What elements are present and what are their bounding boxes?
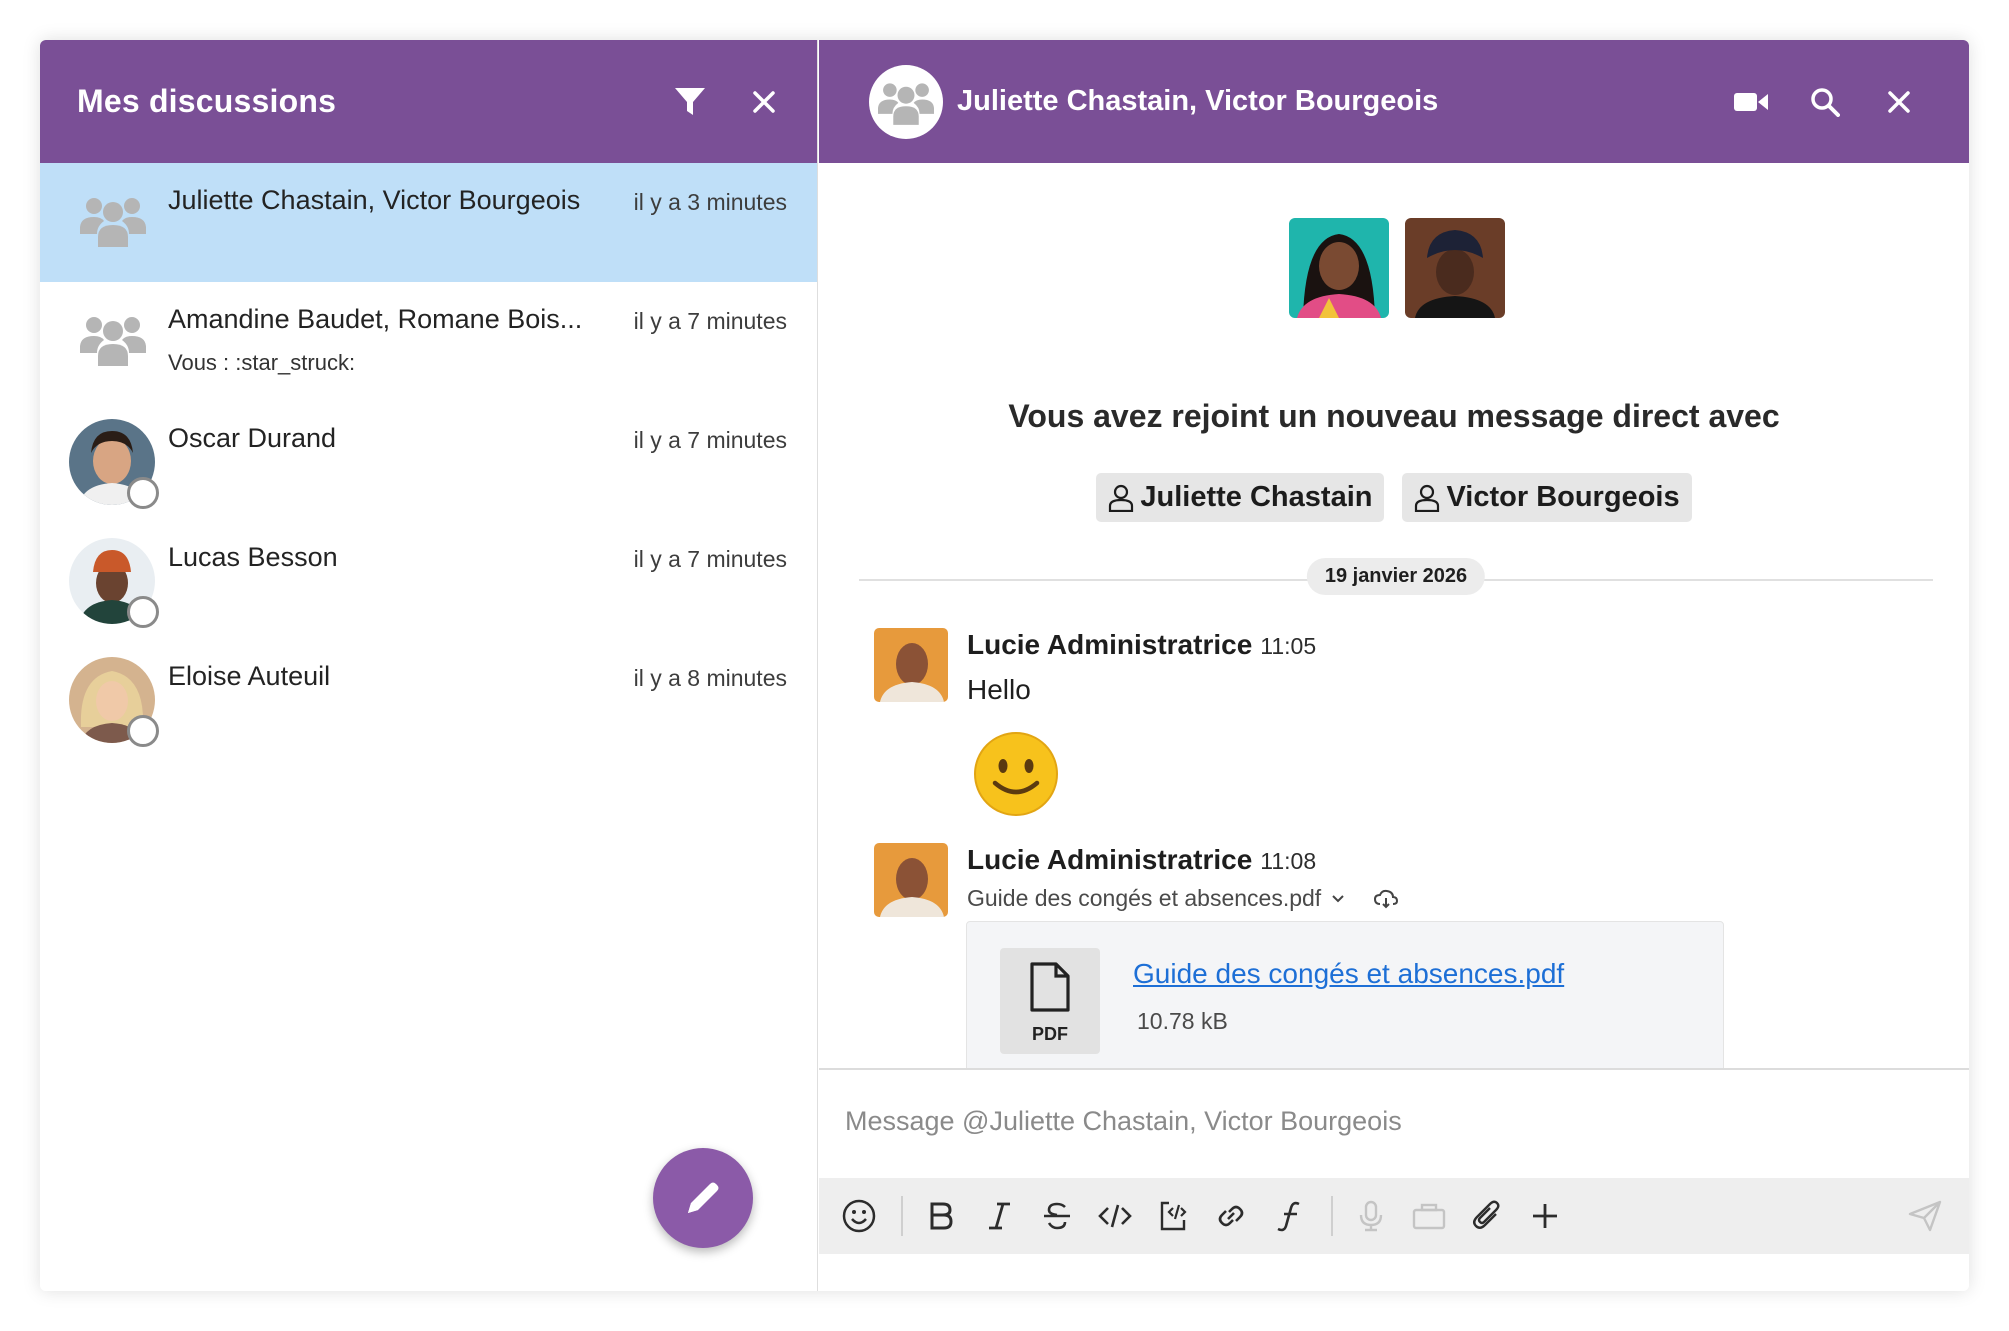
new-discussion-button[interactable] (653, 1148, 753, 1248)
file-card: PDF Guide des congés et absences.pdf 10.… (966, 921, 1724, 1079)
mention-chip[interactable]: Victor Bourgeois (1402, 473, 1692, 522)
bold-icon[interactable] (921, 1196, 961, 1236)
close-icon[interactable] (1879, 82, 1919, 122)
conversation-item[interactable]: Juliette Chastain, Victor Bourgeois il y… (40, 163, 817, 282)
file-type-label: PDF (1032, 1024, 1068, 1044)
presence-indicator (127, 477, 159, 509)
message-text: Hello (967, 674, 1031, 705)
file-size: 10.78 kB (1137, 1008, 1228, 1034)
plus-icon[interactable] (1525, 1196, 1565, 1236)
formula-icon[interactable] (1269, 1196, 1309, 1236)
conversation-time: il y a 7 minutes (633, 546, 787, 572)
mention-label: Victor Bourgeois (1446, 481, 1680, 513)
conversation-name: Oscar Durand (168, 423, 337, 453)
date-separator: 19 janvier 2026 (859, 558, 1933, 600)
file-link[interactable]: Guide des congés et absences.pdf (1133, 958, 1564, 990)
paperclip-icon[interactable] (1467, 1196, 1507, 1236)
message-author: Lucie Administratrice 11:08 (967, 844, 1317, 875)
chat-app: Mes discussions Juliette Chastain, Victo… (40, 40, 1969, 1291)
message: Lucie Administratrice 11:05 Hello (874, 628, 1774, 828)
pencil-icon (688, 1182, 719, 1213)
divider (901, 1196, 903, 1236)
conversation-name: Juliette Chastain, Victor Bourgeois (168, 185, 581, 215)
message-composer: Message @Juliette Chastain, Victor Bourg… (819, 1068, 1969, 1254)
search-icon[interactable] (1805, 82, 1845, 122)
attachment-header: Guide des congés et absences.pdf (967, 885, 1399, 912)
conversation-name: Eloise Auteuil (168, 661, 331, 691)
code-icon[interactable] (1095, 1196, 1135, 1236)
discussions-header: Mes discussions (40, 40, 817, 163)
conversation-time: il y a 8 minutes (633, 665, 787, 691)
conversation-preview: Vous : :star_struck: (168, 350, 356, 375)
video-call-icon[interactable] (1731, 82, 1771, 122)
conversation-time: il y a 7 minutes (633, 308, 787, 334)
message-time: 11:08 (1260, 848, 1317, 874)
presence-indicator (127, 596, 159, 628)
microphone-icon[interactable] (1351, 1196, 1391, 1236)
channel-title: Juliette Chastain, Victor Bourgeois (957, 85, 1439, 117)
presence-indicator (127, 715, 159, 747)
mention-label: Juliette Chastain (1140, 481, 1373, 513)
conversation-item[interactable]: Oscar Durand il y a 7 minutes (40, 401, 817, 520)
channel-avatar (869, 64, 943, 139)
group-icon (80, 317, 146, 366)
close-icon[interactable] (747, 85, 781, 119)
intro-message: Vous avez rejoint un nouveau message dir… (1008, 398, 1780, 434)
author-avatar (874, 628, 948, 702)
author-avatar (874, 843, 948, 917)
filter-icon[interactable] (673, 85, 707, 119)
conversation-name: Lucas Besson (168, 542, 338, 572)
conversation-item[interactable]: Lucas Besson il y a 7 minutes (40, 520, 817, 639)
group-icon (878, 82, 934, 125)
conversation-panel: Juliette Chastain, Victor Bourgeois Vous… (819, 40, 1969, 1291)
message: Lucie Administratrice 11:08 Guide des con… (874, 843, 1774, 1083)
divider (1331, 1196, 1333, 1236)
formatting-toolbar (819, 1178, 1969, 1254)
camera-icon[interactable] (1409, 1196, 1449, 1236)
user-icon (1415, 484, 1440, 512)
conversation-time: il y a 7 minutes (633, 427, 787, 453)
italic-icon[interactable] (979, 1196, 1019, 1236)
link-icon[interactable] (1211, 1196, 1251, 1236)
file-icon (1030, 962, 1070, 1012)
chevron-down-icon[interactable] (1331, 894, 1345, 904)
cloud-download-icon[interactable] (1373, 889, 1399, 909)
emoji-icon[interactable] (839, 1196, 879, 1236)
conversation-name: Amandine Baudet, Romane Bois... (168, 304, 583, 334)
message-author: Lucie Administratrice 11:05 (967, 629, 1317, 660)
discussions-title: Mes discussions (77, 83, 337, 119)
smiley-emoji (974, 732, 1058, 816)
group-icon (80, 198, 146, 247)
participant-avatar (1405, 218, 1505, 318)
mention-chip[interactable]: Juliette Chastain (1096, 473, 1385, 522)
file-thumbnail: PDF (1000, 948, 1100, 1054)
conversation-header: Juliette Chastain, Victor Bourgeois (819, 40, 1969, 163)
message-time: 11:05 (1260, 633, 1317, 659)
user-icon (1109, 484, 1134, 512)
conversation-time: il y a 3 minutes (633, 189, 787, 215)
date-label: 19 janvier 2026 (1306, 558, 1486, 595)
conversation-item[interactable]: Amandine Baudet, Romane Bois... il y a 7… (40, 282, 817, 401)
message-input[interactable]: Message @Juliette Chastain, Victor Bourg… (819, 1070, 1969, 1178)
participants-avatars (1289, 218, 1505, 318)
discussions-panel: Mes discussions Juliette Chastain, Victo… (40, 40, 818, 1291)
send-icon[interactable] (1905, 1196, 1945, 1236)
strikethrough-icon[interactable] (1037, 1196, 1077, 1236)
participant-mentions: Juliette Chastain Victor Bourgeois (819, 473, 1969, 522)
participant-avatar (1289, 218, 1389, 318)
code-block-icon[interactable] (1153, 1196, 1193, 1236)
attachment-title: Guide des congés et absences.pdf (967, 885, 1322, 911)
conversation-item[interactable]: Eloise Auteuil il y a 8 minutes (40, 639, 817, 758)
